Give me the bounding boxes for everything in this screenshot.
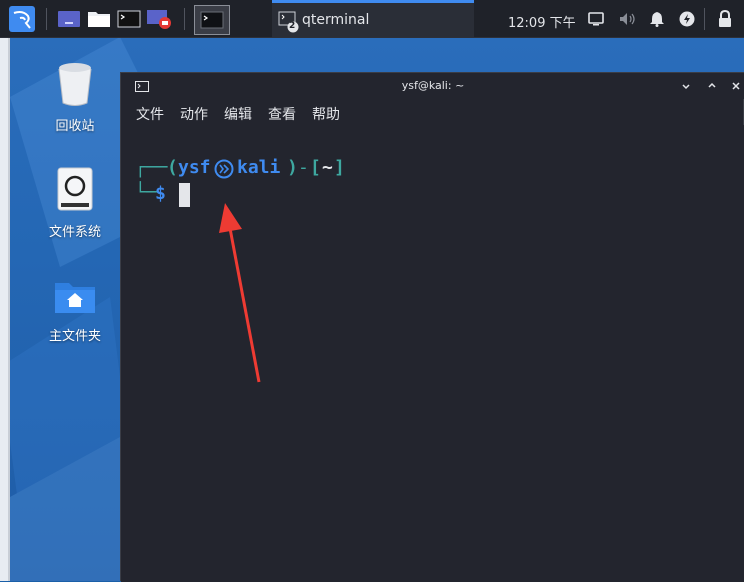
prompt-host: kali [237,157,281,178]
menubar: 文件 动作 编辑 查看 帮助 [121,99,744,125]
task-badge: 2 [289,21,296,31]
taskbar-separator [704,8,705,30]
screen-recorder-icon [147,10,171,29]
minimize-icon[interactable] [681,81,691,91]
menu-file[interactable]: 文件 [136,104,164,124]
terminal-icon [117,10,141,28]
window-titlebar[interactable]: ysf@kali: ~ [121,73,744,99]
terminal-window[interactable]: ysf@kali: ~ 文件 动作 编辑 查看 帮助 ┌── ( ysf kal… [120,72,744,582]
kali-logo-icon [9,6,35,32]
taskbar-separator [184,8,185,30]
lock-icon[interactable] [718,10,732,28]
prompt-corner-top: ┌── [135,157,168,178]
display-icon[interactable] [588,12,604,26]
show-desktop-button[interactable] [56,5,82,33]
screen-recorder-button[interactable] [146,5,172,33]
power-icon[interactable] [679,11,695,27]
prompt-close-bracket: ] [334,157,345,178]
window-title: ysf@kali: ~ [401,79,465,92]
maximize-icon[interactable] [707,81,717,91]
trash-icon [58,63,92,106]
folder-icon [88,12,110,27]
taskbar: 2 qterminal 12:09 下午 [0,0,744,38]
desktop-icon-label: 文件系统 [48,225,101,240]
clock[interactable]: 12:09 下午 [508,12,576,31]
menu-edit[interactable]: 编辑 [224,104,252,124]
prompt-symbol: $ [155,183,166,204]
drive-icon [57,167,93,211]
terminal-launcher-button[interactable] [116,5,142,33]
taskbar-task-qterminal[interactable]: 2 qterminal [272,0,474,37]
workspace-1[interactable] [194,5,230,35]
desktop-icon [58,11,80,27]
prompt-open-paren: ( [167,157,178,178]
prompt-close-paren: ) [287,157,298,178]
text-cursor [179,183,190,207]
file-manager-button[interactable] [86,5,112,33]
window-edge-shadow [8,37,10,581]
active-task-indicator [272,0,474,3]
prompt-user: ysf [178,157,211,178]
terminal-thumbnail-icon [200,11,224,29]
home-folder-icon [55,283,95,313]
prompt-open-bracket: [ [310,157,321,178]
annotation-arrow [219,203,261,383]
kali-dragon-icon [214,159,234,179]
desktop-icon-trash[interactable]: 回收站 [30,61,120,134]
window-edge [0,37,8,581]
notification-bell-icon[interactable] [649,11,665,27]
desktop-icon-label: 回收站 [55,119,95,134]
desktop-icon-home[interactable]: 主文件夹 [30,277,120,344]
menu-view[interactable]: 查看 [268,104,296,124]
menu-help[interactable]: 帮助 [312,104,340,124]
close-icon[interactable] [731,81,741,91]
menu-actions[interactable]: 动作 [180,104,208,124]
terminal-output[interactable]: ┌── ( ysf kali ) - [ ~ ] └─ $ [121,125,744,582]
task-label: qterminal [302,12,370,28]
desktop-icon-label: 主文件夹 [48,329,101,344]
taskbar-separator [46,8,47,30]
kali-menu-button[interactable] [8,5,36,33]
prompt-dash: - [298,157,309,178]
desktop-icon-filesystem[interactable]: 文件系统 [30,167,120,240]
prompt-corner-bottom: └─ [135,182,157,203]
volume-icon[interactable] [619,12,637,26]
prompt-path: ~ [322,157,333,178]
